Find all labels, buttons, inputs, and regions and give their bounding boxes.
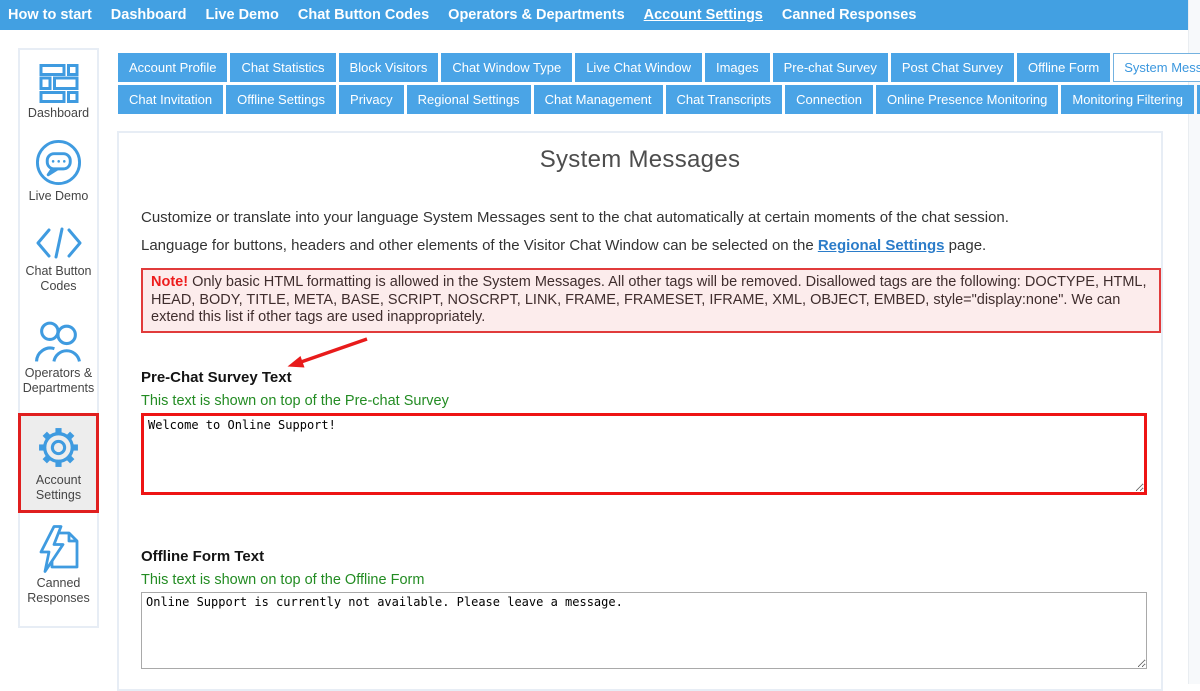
tab-live-chat-window[interactable]: Live Chat Window: [575, 53, 702, 82]
tab-monitoring-filtering[interactable]: Monitoring Filtering: [1061, 85, 1194, 114]
dashboard-icon: [37, 63, 81, 103]
settings-tabs: Account Profile Chat Statistics Block Vi…: [118, 53, 1173, 117]
intro-text-2: Language for buttons, headers and other …: [141, 237, 1161, 254]
tab-regional-settings[interactable]: Regional Settings: [407, 85, 531, 114]
tab-pre-chat-survey[interactable]: Pre-chat Survey: [773, 53, 888, 82]
tab-row-1: Account Profile Chat Statistics Block Vi…: [118, 53, 1173, 82]
pre-chat-survey-text-input[interactable]: [141, 413, 1147, 495]
sidebar-item-operators-departments[interactable]: Operators & Departments: [20, 320, 97, 396]
tab-chat-management[interactable]: Chat Management: [534, 85, 663, 114]
tab-connection[interactable]: Connection: [785, 85, 873, 114]
chat-bubble-icon: [35, 139, 82, 186]
gear-icon: [36, 425, 81, 470]
top-nav: How to start Dashboard Live Demo Chat Bu…: [0, 0, 1188, 30]
sidebar-item-canned-responses[interactable]: Canned Responses: [20, 525, 97, 606]
page-title: System Messages: [141, 146, 1139, 174]
sidebar: Dashboard Live Demo Chat Button Codes: [18, 48, 99, 628]
intro-text-2-before: Language for buttons, headers and other …: [141, 237, 818, 254]
lightning-page-icon: [36, 525, 82, 573]
sidebar-item-label: Operators & Departments: [23, 366, 95, 396]
people-icon: [35, 320, 82, 363]
note-box: Note! Only basic HTML formatting is allo…: [141, 268, 1161, 333]
offline-form-text-label: Offline Form Text: [141, 548, 1161, 565]
pre-chat-survey-text-helper: This text is shown on top of the Pre-cha…: [141, 393, 1161, 409]
tab-offline-form[interactable]: Offline Form: [1017, 53, 1110, 82]
tab-images[interactable]: Images: [705, 53, 770, 82]
tab-offline-settings[interactable]: Offline Settings: [226, 85, 336, 114]
tab-privacy[interactable]: Privacy: [339, 85, 404, 114]
nav-dashboard[interactable]: Dashboard: [111, 7, 187, 23]
pre-chat-survey-text-label: Pre-Chat Survey Text: [141, 369, 1161, 386]
sidebar-item-label: Live Demo: [23, 189, 95, 204]
tab-chat-invitation[interactable]: Chat Invitation: [118, 85, 223, 114]
nav-how-to-start[interactable]: How to start: [8, 7, 92, 23]
tab-system-messages[interactable]: System Messages: [1113, 53, 1200, 82]
sidebar-item-label: Account Settings: [23, 473, 95, 503]
sidebar-item-dashboard[interactable]: Dashboard: [20, 63, 97, 121]
code-icon: [34, 225, 84, 261]
tab-chat-window-type[interactable]: Chat Window Type: [441, 53, 572, 82]
system-messages-panel: System Messages Customize or translate i…: [117, 131, 1163, 691]
note-label: Note!: [151, 274, 188, 290]
sidebar-item-chat-button-codes[interactable]: Chat Button Codes: [20, 225, 97, 294]
nav-operators-departments[interactable]: Operators & Departments: [448, 7, 624, 23]
nav-canned-responses[interactable]: Canned Responses: [782, 7, 917, 23]
intro-text-1: Customize or translate into your languag…: [141, 209, 1161, 226]
nav-chat-button-codes[interactable]: Chat Button Codes: [298, 7, 429, 23]
offline-form-text-helper: This text is shown on top of the Offline…: [141, 572, 1161, 588]
tab-account-profile[interactable]: Account Profile: [118, 53, 227, 82]
tab-chat-statistics[interactable]: Chat Statistics: [230, 53, 335, 82]
tab-block-visitors[interactable]: Block Visitors: [339, 53, 439, 82]
nav-account-settings[interactable]: Account Settings: [644, 7, 763, 23]
sidebar-item-label: Canned Responses: [23, 576, 95, 606]
tab-online-presence-monitoring[interactable]: Online Presence Monitoring: [876, 85, 1058, 114]
intro-text-2-after: page.: [945, 237, 987, 254]
offline-form-text-input[interactable]: [141, 592, 1147, 669]
tab-chat-transcripts[interactable]: Chat Transcripts: [666, 85, 783, 114]
sidebar-item-label: Chat Button Codes: [23, 264, 95, 294]
note-body: Only basic HTML formatting is allowed in…: [151, 274, 1147, 325]
tab-row-2: Chat Invitation Offline Settings Privacy…: [118, 85, 1173, 114]
tab-post-chat-survey[interactable]: Post Chat Survey: [891, 53, 1014, 82]
sidebar-item-account-settings[interactable]: Account Settings: [18, 413, 99, 513]
nav-live-demo[interactable]: Live Demo: [206, 7, 279, 23]
regional-settings-link[interactable]: Regional Settings: [818, 237, 945, 254]
sidebar-item-label: Dashboard: [23, 106, 95, 121]
sidebar-item-live-demo[interactable]: Live Demo: [20, 139, 97, 204]
